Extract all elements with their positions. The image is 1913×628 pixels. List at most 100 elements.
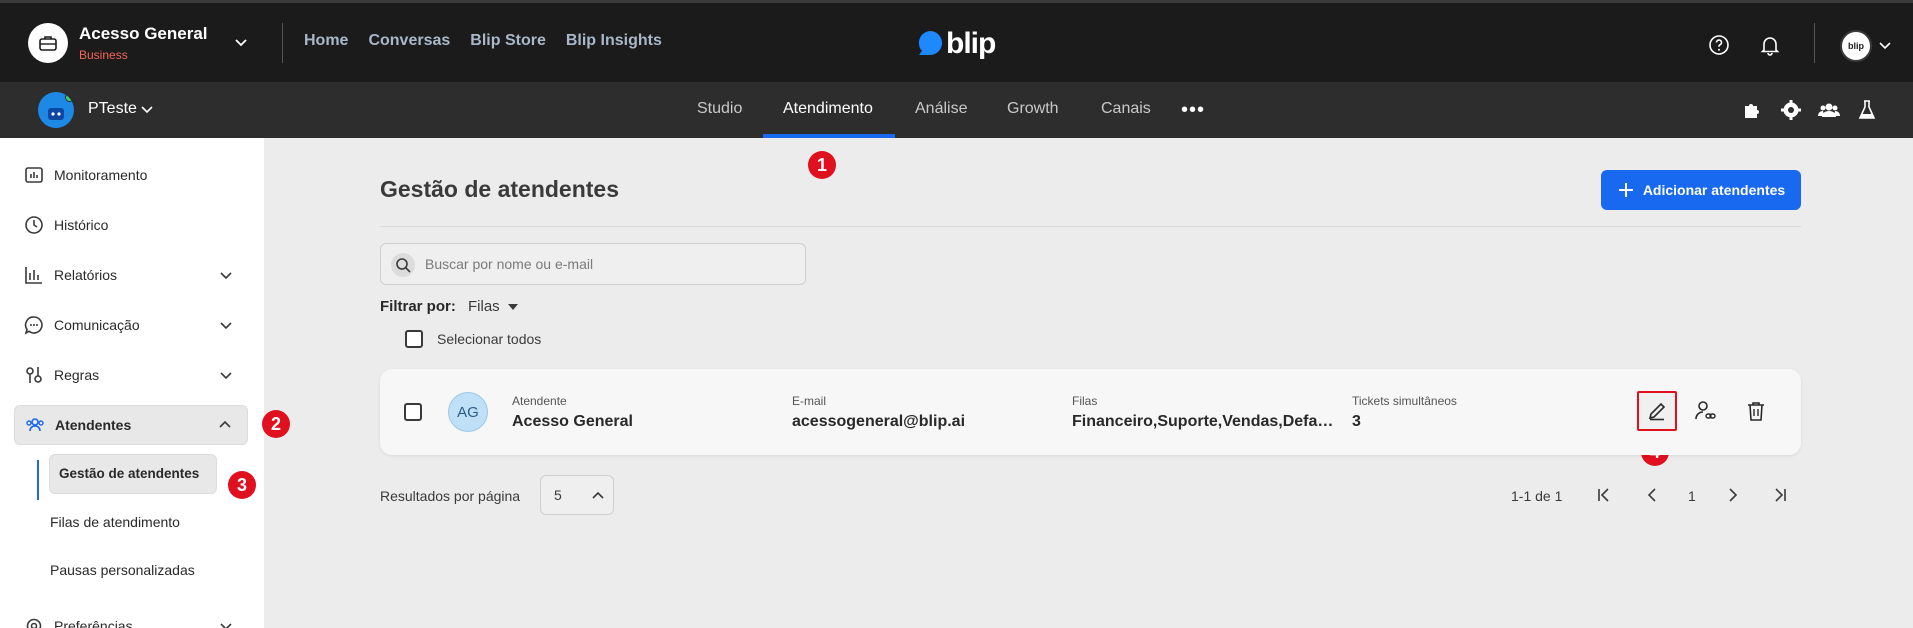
user-link-icon — [1695, 401, 1716, 420]
help-icon[interactable] — [1707, 33, 1731, 57]
step-badge-3: 3 — [228, 471, 256, 499]
sidebar-item-label: Comunicação — [54, 317, 140, 333]
more-options-icon[interactable]: ••• — [1181, 99, 1205, 122]
chat-bubble-icon — [24, 316, 43, 335]
module-bar: PTeste Studio Atendimento Análise Growth… — [0, 82, 1913, 138]
search-input[interactable] — [425, 254, 795, 274]
team-icon[interactable] — [1818, 99, 1840, 121]
chevron-up-icon[interactable] — [217, 417, 233, 433]
top-nav: Home Conversas Blip Store Blip Insights — [304, 32, 662, 50]
nav-conversas[interactable]: Conversas — [368, 32, 450, 50]
email-label: E-mail — [792, 394, 827, 408]
monitor-chart-icon — [25, 167, 43, 183]
tickets-label: Tickets simultâneos — [1352, 394, 1457, 408]
attendant-name: Acesso General — [512, 413, 633, 430]
user-avatar-text: blip — [1848, 41, 1864, 51]
plus-icon — [1618, 183, 1633, 197]
sidebar-item-label: Regras — [54, 367, 100, 383]
prev-page-icon[interactable] — [1641, 484, 1663, 506]
bot-avatar[interactable] — [38, 92, 74, 128]
bar-chart-icon — [25, 267, 42, 284]
step-badge-1: 1 — [808, 151, 836, 179]
chevron-down-icon[interactable] — [218, 618, 234, 628]
bot-name[interactable]: PTeste — [88, 100, 137, 118]
top-bar: Acesso General Business Home Conversas B… — [0, 0, 1913, 82]
blip-logo[interactable]: blip — [916, 27, 996, 61]
user-avatar[interactable]: blip — [1840, 30, 1872, 62]
add-attendants-label: Adicionar atendentes — [1642, 182, 1786, 198]
queues-label: Filas — [1072, 394, 1098, 408]
sidebar-item-monitoramento[interactable]: Monitoramento — [14, 155, 248, 195]
tab-growth[interactable]: Growth — [1007, 100, 1059, 118]
per-page-value: 5 — [554, 487, 562, 503]
sidebar-item-label: Atendentes — [55, 417, 132, 433]
next-page-icon[interactable] — [1722, 484, 1744, 506]
active-subitem-indicator — [37, 460, 39, 500]
sidebar-item-relatorios[interactable]: Relatórios — [14, 255, 248, 295]
bell-icon[interactable] — [1758, 33, 1782, 57]
chevron-down-icon[interactable] — [218, 267, 234, 283]
tab-analise[interactable]: Análise — [915, 100, 967, 118]
chevron-down-icon[interactable] — [232, 33, 250, 51]
sidebar-item-label: Relatórios — [54, 267, 118, 283]
select-all-checkbox[interactable] — [405, 330, 423, 348]
sidebar-item-label: Histórico — [54, 217, 109, 233]
nav-blip-insights[interactable]: Blip Insights — [566, 32, 662, 50]
last-page-icon[interactable] — [1769, 484, 1791, 506]
per-page-select[interactable]: 5 — [540, 475, 614, 515]
tenant-plan: Business — [79, 48, 128, 62]
sidebar-item-regras[interactable]: Regras — [14, 355, 248, 395]
sidebar-item-preferencias[interactable]: Preferências — [14, 606, 248, 628]
briefcase-icon[interactable] — [28, 23, 68, 63]
clock-icon — [25, 216, 43, 234]
active-tab-indicator — [763, 134, 895, 138]
puzzle-icon[interactable] — [1741, 99, 1763, 121]
edit-button[interactable] — [1637, 391, 1677, 431]
divider — [380, 226, 1801, 227]
chevron-down-icon[interactable] — [218, 367, 234, 383]
sidebar-subitem-filas-de-atendimento[interactable]: Filas de atendimento — [50, 514, 180, 530]
sidebar: Monitoramento Histórico Relatórios Comun… — [0, 138, 264, 628]
current-page[interactable]: 1 — [1688, 488, 1696, 504]
flask-icon[interactable] — [1856, 99, 1878, 121]
pager-info: 1-1 de 1 — [1511, 488, 1563, 504]
row-checkbox[interactable] — [404, 403, 422, 421]
sidebar-subitem-pausas-personalizadas[interactable]: Pausas personalizadas — [50, 562, 195, 578]
tab-atendimento[interactable]: Atendimento — [783, 100, 873, 118]
users-icon — [26, 418, 44, 432]
online-status-dot — [65, 93, 74, 102]
search-box — [380, 243, 806, 285]
chevron-down-icon[interactable] — [218, 317, 234, 333]
results-per-page-label: Resultados por página — [380, 488, 521, 504]
tab-canais[interactable]: Canais — [1101, 100, 1151, 118]
chevron-down-icon[interactable] — [140, 102, 154, 116]
first-page-icon[interactable] — [1593, 484, 1615, 506]
search-icon — [391, 253, 415, 277]
sidebar-item-historico[interactable]: Histórico — [14, 205, 248, 245]
attendant-label: Atendente — [512, 394, 567, 408]
gear-icon[interactable] — [1780, 99, 1802, 121]
divider — [1814, 23, 1815, 63]
caret-down-icon[interactable] — [507, 302, 519, 312]
tab-studio[interactable]: Studio — [697, 100, 742, 118]
sidebar-item-label: Preferências — [54, 618, 133, 628]
chevron-down-icon[interactable] — [1877, 37, 1893, 53]
tenant-name[interactable]: Acesso General — [79, 24, 208, 44]
attendant-email: acessogeneral@blip.ai — [792, 413, 966, 430]
tickets-value: 3 — [1352, 413, 1361, 430]
filter-queues-dropdown[interactable]: Filas — [468, 298, 500, 315]
sidebar-item-comunicacao[interactable]: Comunicação — [14, 305, 248, 345]
nav-blip-store[interactable]: Blip Store — [470, 32, 546, 50]
user-link-button[interactable] — [1685, 391, 1725, 431]
nav-home[interactable]: Home — [304, 32, 348, 50]
sidebar-item-label: Monitoramento — [54, 167, 148, 183]
add-attendants-button[interactable]: Adicionar atendentes — [1601, 170, 1801, 210]
rules-icon — [26, 367, 42, 383]
select-all-label: Selecionar todos — [437, 331, 542, 347]
page-title: Gestão de atendentes — [380, 176, 620, 202]
sidebar-subitem-gestao-de-atendentes[interactable]: Gestão de atendentes — [49, 454, 217, 494]
divider — [282, 23, 283, 63]
attendant-row: AG Atendente Acesso General E-mail acess… — [380, 369, 1801, 455]
delete-button[interactable] — [1736, 391, 1776, 431]
sidebar-item-atendentes[interactable]: Atendentes — [14, 405, 248, 445]
